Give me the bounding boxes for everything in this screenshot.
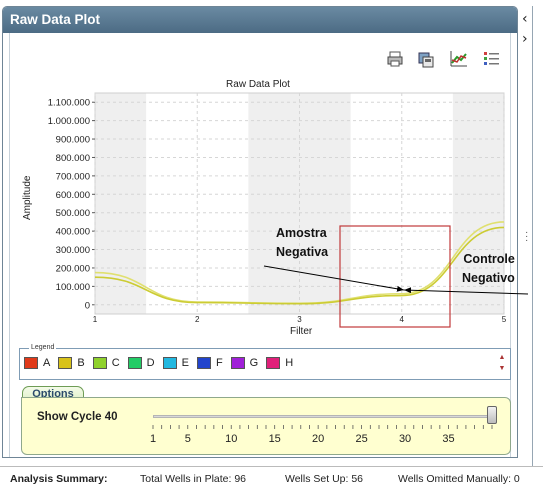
summary-divider bbox=[0, 466, 543, 467]
slider-tick-label: 5 bbox=[184, 433, 191, 445]
total-wells-text: Total Wells in Plate: 96 bbox=[140, 473, 247, 485]
slider-tick-label: 25 bbox=[355, 433, 368, 445]
analysis-summary-title: Analysis Summary: bbox=[10, 473, 107, 485]
wells-set-up-text: Wells Set Up: 56 bbox=[285, 473, 364, 485]
slider-tick-label: 15 bbox=[268, 433, 281, 445]
slider-tick-label: 20 bbox=[312, 433, 325, 445]
cycle-slider-ticks bbox=[152, 425, 493, 429]
slider-tick-label: 35 bbox=[442, 433, 455, 445]
wells-omitted-text: Wells Omitted Manually: 0 bbox=[398, 473, 520, 485]
analysis-summary-title-text: Analysis Summary: bbox=[10, 473, 108, 485]
slider-tick-label: 30 bbox=[398, 433, 412, 445]
slider-tick-label: 10 bbox=[225, 433, 238, 445]
slider-tick-label: 1 bbox=[149, 433, 157, 445]
